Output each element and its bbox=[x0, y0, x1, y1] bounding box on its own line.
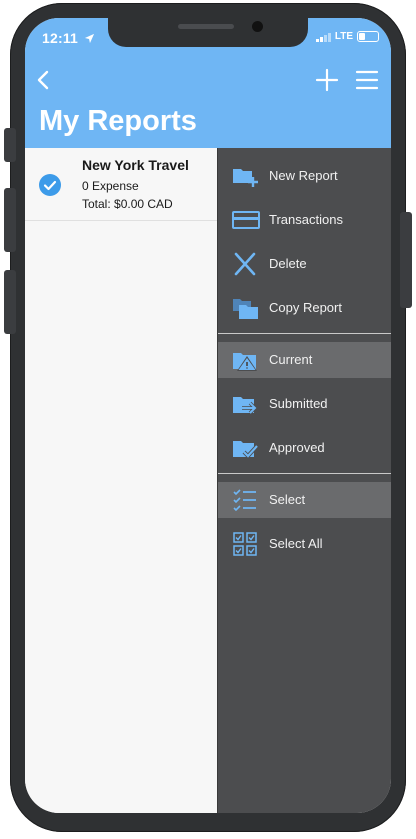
signal-icon bbox=[315, 32, 331, 42]
folder-arrow-icon bbox=[233, 397, 258, 415]
front-camera bbox=[252, 21, 263, 32]
status-time: 12:11 bbox=[42, 30, 95, 46]
report-title: New York Travel bbox=[82, 157, 189, 173]
report-list-item[interactable]: New York Travel 0 Expense Total: $0.00 C… bbox=[25, 148, 217, 221]
side-button-mute bbox=[4, 128, 16, 162]
header: 12:11 LTE My Reports bbox=[25, 18, 391, 148]
screen: 12:11 LTE My Reports New York Travel 0 E… bbox=[25, 18, 391, 813]
menu-item-label: Approved bbox=[269, 440, 325, 455]
menu-item-delete[interactable]: Delete bbox=[218, 246, 391, 282]
delete-x-icon bbox=[234, 252, 256, 276]
menu-item-label: Select All bbox=[269, 536, 323, 551]
side-menu: New Report Transactions Delete Copy Repo… bbox=[217, 148, 391, 813]
network-type: LTE bbox=[334, 31, 353, 42]
menu-item-select-all[interactable]: Select All bbox=[218, 526, 391, 562]
report-total: Total: $0.00 CAD bbox=[82, 197, 173, 211]
selected-check-icon[interactable] bbox=[39, 174, 61, 196]
folder-warning-icon bbox=[233, 353, 257, 371]
menu-item-label: New Report bbox=[269, 168, 338, 183]
report-list: New York Travel 0 Expense Total: $0.00 C… bbox=[25, 148, 217, 813]
menu-item-label: Copy Report bbox=[269, 300, 342, 315]
menu-item-label: Submitted bbox=[269, 396, 328, 411]
select-all-icon bbox=[233, 532, 257, 556]
folder-check-icon bbox=[233, 441, 259, 459]
notch bbox=[108, 18, 308, 47]
menu-item-label: Transactions bbox=[269, 212, 343, 227]
menu-item-transactions[interactable]: Transactions bbox=[218, 202, 391, 238]
back-button[interactable] bbox=[33, 68, 57, 92]
side-button-volume-up bbox=[4, 188, 16, 252]
menu-divider bbox=[218, 333, 391, 334]
menu-item-label: Delete bbox=[269, 256, 307, 271]
location-arrow-icon bbox=[85, 33, 95, 44]
menu-item-approved[interactable]: Approved bbox=[218, 430, 391, 466]
menu-item-select[interactable]: Select bbox=[218, 482, 391, 518]
status-indicators: LTE bbox=[315, 31, 379, 42]
battery-icon bbox=[357, 31, 379, 42]
menu-item-current[interactable]: Current bbox=[218, 342, 391, 378]
report-expense-count: 0 Expense bbox=[82, 179, 139, 193]
checklist-icon bbox=[233, 489, 256, 512]
plus-icon bbox=[315, 68, 339, 92]
menu-divider bbox=[218, 473, 391, 474]
side-button-power bbox=[400, 212, 412, 308]
menu-button[interactable] bbox=[355, 68, 379, 92]
menu-item-label: Select bbox=[269, 492, 306, 507]
credit-card-icon bbox=[232, 211, 260, 229]
chevron-left-icon bbox=[37, 70, 49, 90]
hamburger-menu-icon bbox=[355, 70, 379, 90]
page-title: My Reports bbox=[39, 105, 197, 137]
add-report-button[interactable] bbox=[315, 68, 339, 92]
menu-item-new-report[interactable]: New Report bbox=[218, 158, 391, 194]
folder-add-icon bbox=[233, 169, 258, 187]
menu-item-label: Current bbox=[269, 352, 313, 367]
speaker bbox=[178, 24, 234, 29]
menu-item-submitted[interactable]: Submitted bbox=[218, 386, 391, 422]
copy-folder-icon bbox=[233, 299, 258, 319]
side-button-volume-down bbox=[4, 270, 16, 334]
menu-item-copy-report[interactable]: Copy Report bbox=[218, 290, 391, 326]
